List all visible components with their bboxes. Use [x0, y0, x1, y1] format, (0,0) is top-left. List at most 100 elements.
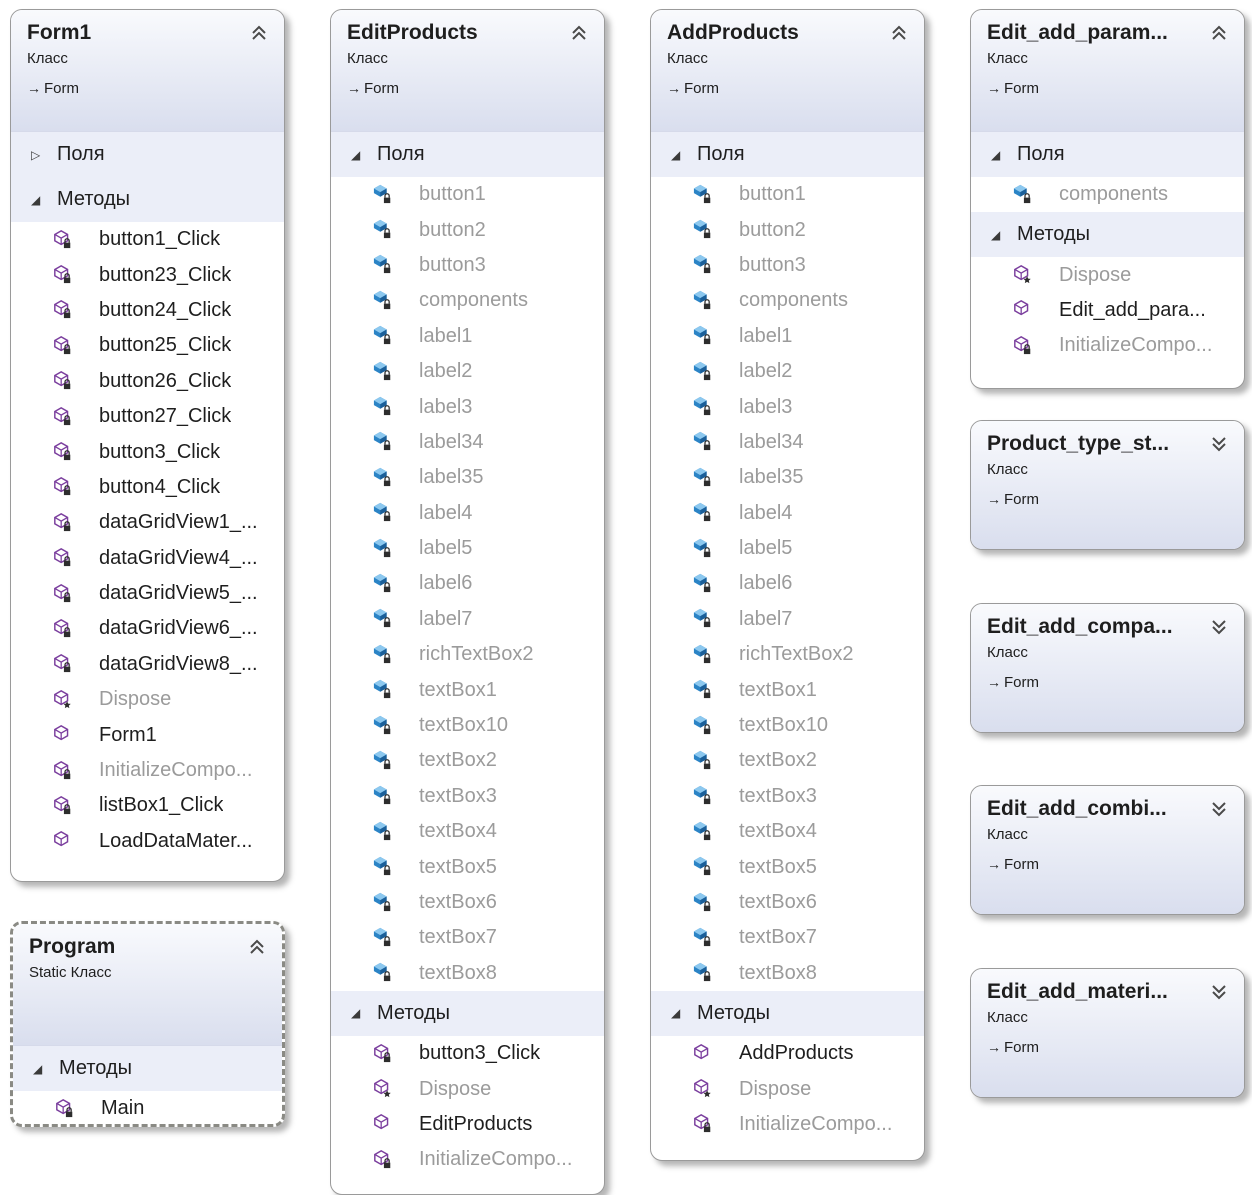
class-shape-editaddparam[interactable]: Edit_add_param... Класс → Form ◢ Поля componen… [970, 9, 1245, 389]
collapsed-triangle-icon[interactable]: ▷ [31, 148, 49, 162]
expanded-triangle-icon[interactable]: ◢ [33, 1062, 51, 1076]
class-header[interactable]: Form1 Класс → Form [11, 10, 284, 132]
class-shape-program[interactable]: Program Static Класс ◢ Методы Main [10, 921, 285, 1127]
field-item[interactable]: button2 [331, 212, 604, 247]
field-item[interactable]: richTextBox2 [331, 637, 604, 672]
method-item[interactable]: InitializeCompo... [651, 1107, 924, 1142]
field-item[interactable]: label7 [331, 602, 604, 637]
method-item[interactable]: Dispose [971, 257, 1244, 292]
method-item[interactable]: button1_Click [11, 222, 284, 257]
field-item[interactable]: textBox3 [331, 779, 604, 814]
field-item[interactable]: label7 [651, 602, 924, 637]
class-shape-editproducts[interactable]: EditProducts Класс → Form ◢ Поля button1 button… [330, 9, 605, 1195]
expanded-triangle-icon[interactable]: ◢ [351, 1006, 369, 1020]
methods-section-header[interactable]: ◢ Методы [13, 1046, 282, 1091]
field-item[interactable]: label6 [331, 566, 604, 601]
collapse-chevron-icon[interactable] [1208, 22, 1230, 44]
class-header[interactable]: EditProducts Класс → Form [331, 10, 604, 132]
methods-section-header[interactable]: ◢ Методы [331, 990, 604, 1036]
collapse-chevron-icon[interactable] [568, 22, 590, 44]
expand-chevron-icon[interactable] [1208, 433, 1230, 455]
collapse-chevron-icon[interactable] [248, 22, 270, 44]
class-header[interactable]: Product_type_st... Класс → Form [971, 421, 1244, 549]
field-item[interactable]: textBox7 [331, 920, 604, 955]
field-item[interactable]: textBox2 [651, 743, 924, 778]
method-item[interactable]: button25_Click [11, 328, 284, 363]
field-item[interactable]: label5 [331, 531, 604, 566]
class-shape-form1[interactable]: Form1 Класс → Form ▷ Поля ◢ Методы button1_Click… [10, 9, 285, 882]
field-item[interactable]: textBox7 [651, 920, 924, 955]
field-item[interactable]: button1 [331, 177, 604, 212]
method-item[interactable]: dataGridView5_... [11, 576, 284, 611]
field-item[interactable]: label35 [331, 460, 604, 495]
method-item[interactable]: button26_Click [11, 364, 284, 399]
methods-section-header[interactable]: ◢ Методы [651, 990, 924, 1036]
field-item[interactable]: richTextBox2 [651, 637, 924, 672]
fields-section-header[interactable]: ◢ Поля [651, 132, 924, 177]
field-item[interactable]: components [331, 283, 604, 318]
expanded-triangle-icon[interactable]: ◢ [31, 193, 49, 207]
method-item[interactable]: Dispose [11, 682, 284, 717]
field-item[interactable]: textBox6 [651, 885, 924, 920]
field-item[interactable]: label4 [651, 496, 924, 531]
field-item[interactable]: button3 [651, 248, 924, 283]
method-item[interactable]: InitializeCompo... [11, 753, 284, 788]
class-shape-addproducts[interactable]: AddProducts Класс → Form ◢ Поля button1 button2… [650, 9, 925, 1161]
fields-section-header[interactable]: ◢ Поля [331, 132, 604, 177]
fields-section-header[interactable]: ◢ Поля [971, 132, 1244, 177]
method-item[interactable]: button4_Click [11, 470, 284, 505]
field-item[interactable]: label34 [331, 425, 604, 460]
method-item[interactable]: dataGridView8_... [11, 647, 284, 682]
method-item[interactable]: Edit_add_para... [971, 293, 1244, 328]
class-shape-editaddmateri[interactable]: Edit_add_materi... Класс → Form [970, 968, 1245, 1098]
expanded-triangle-icon[interactable]: ◢ [671, 1006, 689, 1020]
expand-chevron-icon[interactable] [1208, 981, 1230, 1003]
expanded-triangle-icon[interactable]: ◢ [991, 148, 1009, 162]
class-shape-producttype[interactable]: Product_type_st... Класс → Form [970, 420, 1245, 550]
method-item[interactable]: button23_Click [11, 257, 284, 292]
field-item[interactable]: textBox10 [331, 708, 604, 743]
field-item[interactable]: textBox5 [331, 849, 604, 884]
field-item[interactable]: label3 [331, 389, 604, 424]
field-item[interactable]: label2 [651, 354, 924, 389]
method-item[interactable]: Dispose [331, 1071, 604, 1106]
field-item[interactable]: label6 [651, 566, 924, 601]
field-item[interactable]: button3 [331, 248, 604, 283]
field-item[interactable]: label34 [651, 425, 924, 460]
field-item[interactable]: textBox1 [651, 672, 924, 707]
method-item[interactable]: button3_Click [331, 1036, 604, 1071]
method-item[interactable]: button3_Click [11, 434, 284, 469]
field-item[interactable]: components [971, 177, 1244, 212]
method-item[interactable]: button24_Click [11, 293, 284, 328]
class-header[interactable]: AddProducts Класс → Form [651, 10, 924, 132]
method-item[interactable]: dataGridView4_... [11, 541, 284, 576]
field-item[interactable]: textBox3 [651, 779, 924, 814]
field-item[interactable]: button1 [651, 177, 924, 212]
expanded-triangle-icon[interactable]: ◢ [991, 228, 1009, 242]
method-item[interactable]: InitializeCompo... [331, 1142, 604, 1177]
method-item[interactable]: Form1 [11, 717, 284, 752]
class-header[interactable]: Program Static Класс [13, 924, 282, 1046]
collapse-chevron-icon[interactable] [246, 936, 268, 958]
methods-section-header[interactable]: ◢ Методы [971, 212, 1244, 258]
field-item[interactable]: textBox1 [331, 672, 604, 707]
class-shape-editaddcombi[interactable]: Edit_add_combi... Класс → Form [970, 785, 1245, 915]
field-item[interactable]: label1 [651, 319, 924, 354]
class-header[interactable]: Edit_add_compa... Класс → Form [971, 604, 1244, 732]
fields-section-header[interactable]: ▷ Поля [11, 132, 284, 177]
field-item[interactable]: label5 [651, 531, 924, 566]
expanded-triangle-icon[interactable]: ◢ [351, 148, 369, 162]
expand-chevron-icon[interactable] [1208, 616, 1230, 638]
expanded-triangle-icon[interactable]: ◢ [671, 148, 689, 162]
method-item[interactable]: AddProducts [651, 1036, 924, 1071]
field-item[interactable]: textBox8 [331, 956, 604, 991]
class-header[interactable]: Edit_add_materi... Класс → Form [971, 969, 1244, 1097]
field-item[interactable]: button2 [651, 212, 924, 247]
method-item[interactable]: InitializeCompo... [971, 328, 1244, 363]
methods-section-header[interactable]: ◢ Методы [11, 177, 284, 222]
class-shape-editaddcompa[interactable]: Edit_add_compa... Класс → Form [970, 603, 1245, 733]
field-item[interactable]: label2 [331, 354, 604, 389]
field-item[interactable]: textBox2 [331, 743, 604, 778]
method-item[interactable]: dataGridView1_... [11, 505, 284, 540]
class-header[interactable]: Edit_add_param... Класс → Form [971, 10, 1244, 132]
